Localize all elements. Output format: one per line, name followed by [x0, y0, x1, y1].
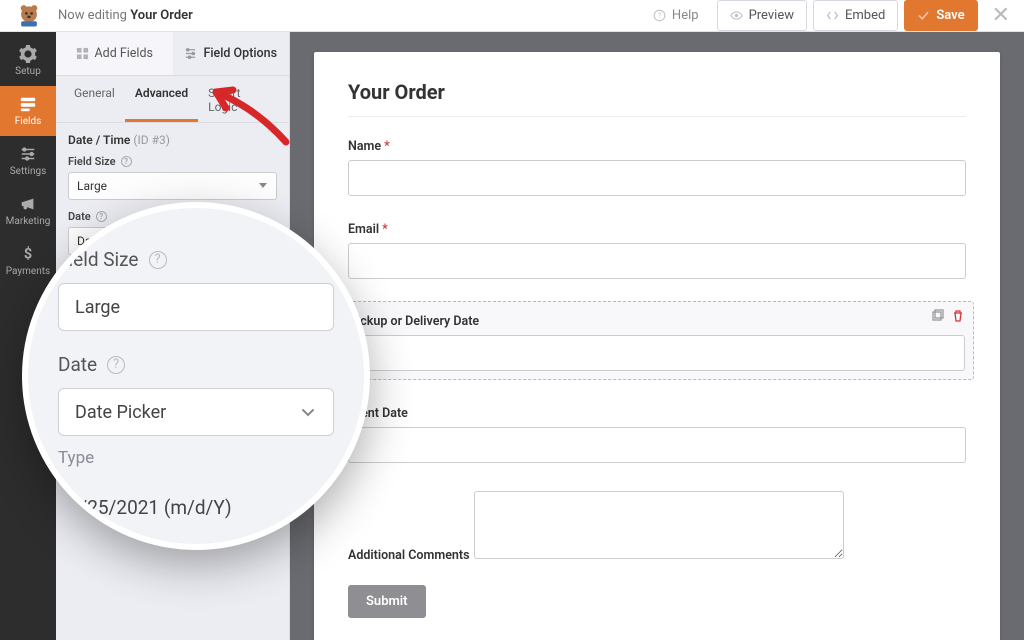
mag-date-label: Date?	[58, 353, 334, 376]
event-date-input[interactable]	[348, 427, 966, 463]
fields-icon	[19, 95, 37, 113]
delete-icon[interactable]	[950, 308, 965, 323]
sidebar-top-tabs: Add Fields Field Options	[56, 32, 289, 76]
mag-field-size-label: Field Size?	[58, 248, 334, 271]
rail-item-settings[interactable]: Settings	[0, 136, 56, 186]
mag-date-select: Date Picker	[58, 388, 334, 436]
field-size-label: Field Size?	[68, 155, 277, 168]
embed-button[interactable]: Embed	[813, 0, 898, 31]
svg-text:$: $	[24, 246, 32, 263]
dollar-icon: $	[19, 245, 37, 263]
email-input[interactable]	[348, 243, 966, 279]
help-button[interactable]: ? Help	[641, 1, 711, 30]
subtab-general[interactable]: General	[64, 76, 125, 122]
close-icon[interactable]: ✕	[992, 3, 1010, 28]
preview-button[interactable]: Preview	[717, 0, 807, 31]
gear-icon	[19, 45, 37, 63]
help-icon: ?	[653, 9, 666, 22]
tab-add-fields[interactable]: Add Fields	[56, 32, 173, 75]
field-event-date[interactable]: Event Date	[348, 402, 966, 463]
options-icon	[184, 47, 197, 60]
mag-format-value: 08/25/2021 (m/d/Y)	[58, 496, 334, 519]
form-title: Your Order	[348, 80, 966, 117]
magnifier-overlay: Field Size? Large Date? Date Picker Type…	[22, 202, 370, 550]
submit-button[interactable]: Submit	[348, 585, 426, 618]
rail-item-setup[interactable]: Setup	[0, 36, 56, 86]
subtab-smart-logic[interactable]: Smart Logic	[198, 76, 281, 122]
rail-item-payments[interactable]: $ Payments	[0, 236, 56, 286]
form-canvas: Your Order Name* Email* Pickup or Delive…	[290, 32, 1024, 640]
grid-icon	[76, 47, 89, 60]
tab-field-options[interactable]: Field Options	[173, 32, 290, 75]
now-editing-label: Now editing Your Order	[58, 8, 193, 23]
eye-icon	[730, 9, 743, 22]
chevron-down-icon	[299, 403, 317, 421]
field-name[interactable]: Name*	[348, 135, 966, 196]
sidebar-sub-tabs: General Advanced Smart Logic	[56, 76, 289, 123]
code-icon	[826, 9, 839, 22]
pickup-date-input[interactable]	[349, 335, 965, 371]
check-icon	[917, 9, 930, 22]
name-input[interactable]	[348, 160, 966, 196]
rail-item-marketing[interactable]: Marketing	[0, 186, 56, 236]
field-size-select[interactable]: Large	[68, 172, 277, 200]
top-bar: Now editing Your Order ? Help Preview Em…	[0, 0, 1024, 32]
field-comments[interactable]: Additional Comments	[348, 485, 966, 563]
form-preview: Your Order Name* Email* Pickup or Delive…	[314, 52, 1000, 640]
field-pickup-date[interactable]: Pickup or Delivery Date	[340, 301, 974, 380]
megaphone-icon	[19, 195, 37, 213]
mag-field-size-value: Large	[58, 283, 334, 331]
save-button[interactable]: Save	[904, 0, 977, 31]
rail-item-fields[interactable]: Fields	[0, 86, 56, 136]
app-logo	[14, 1, 44, 31]
field-email[interactable]: Email*	[348, 218, 966, 279]
mag-type-label: Type	[58, 448, 334, 468]
duplicate-icon[interactable]	[929, 308, 944, 323]
comments-textarea[interactable]	[474, 491, 845, 559]
svg-text:?: ?	[658, 11, 662, 20]
sliders-icon	[19, 145, 37, 163]
subtab-advanced[interactable]: Advanced	[125, 76, 198, 122]
